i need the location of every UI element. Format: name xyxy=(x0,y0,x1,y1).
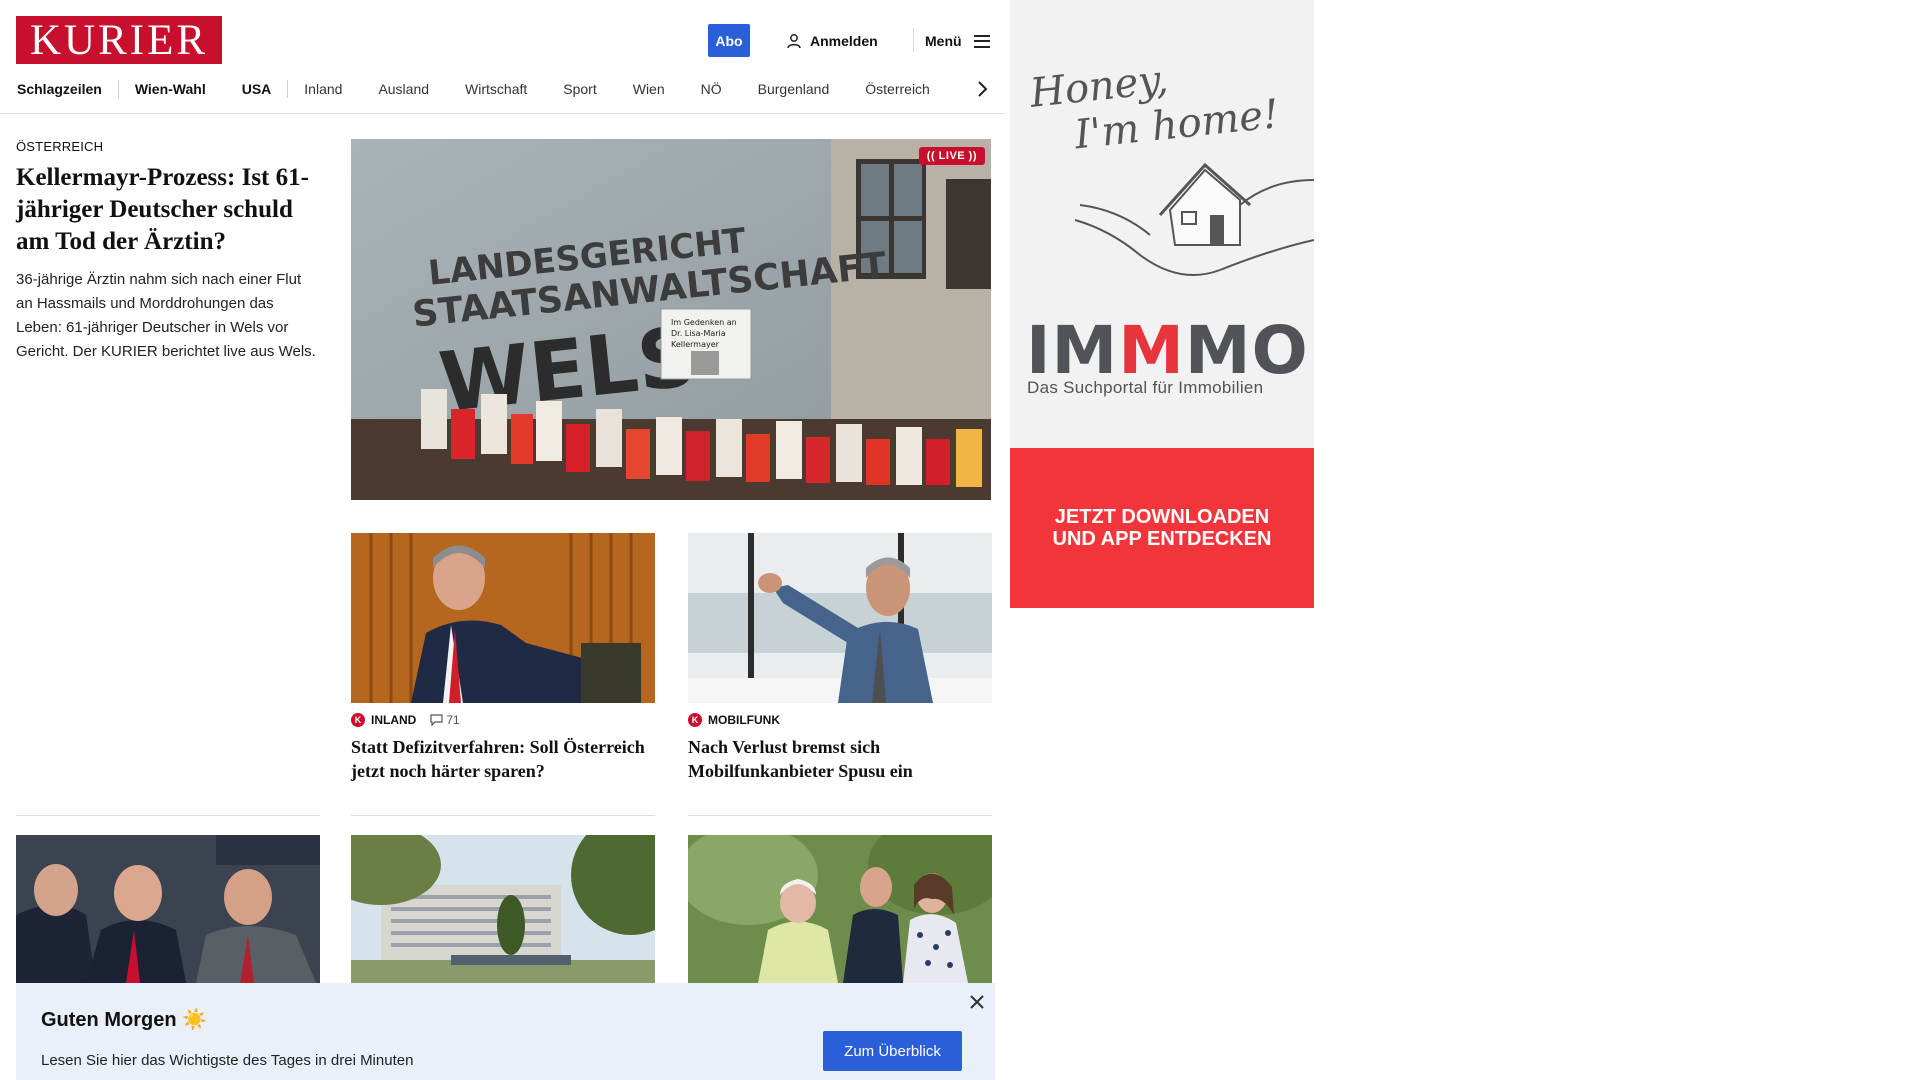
building-photo xyxy=(351,835,655,983)
article-card-mobilfunk[interactable]: K Mobilfunk Nach Verlust bremst sich Mob… xyxy=(688,533,992,783)
article-image[interactable] xyxy=(688,533,992,703)
nav-item-sport[interactable]: Sport xyxy=(563,81,596,97)
article-image[interactable] xyxy=(688,835,992,983)
nav-item-burgenland[interactable]: Burgenland xyxy=(758,81,830,97)
morning-briefing-banner: Guten Morgen ☀️ Lesen Sie hier das Wicht… xyxy=(16,983,995,1080)
nav-item-noe[interactable]: NÖ xyxy=(701,81,722,97)
memorial-text-1: Im Gedenken an xyxy=(671,318,737,327)
nav-item-inland[interactable]: Inland xyxy=(304,81,342,97)
divider xyxy=(16,815,320,816)
lead-teaser: 36-jährige Ärztin nahm sich nach einer F… xyxy=(16,271,316,360)
section-nav: Schlagzeilen Wien-Wahl USA Inland Auslan… xyxy=(17,78,930,100)
nav-item-wien[interactable]: Wien xyxy=(633,81,665,97)
article-meta: K Inland 71 xyxy=(351,713,655,727)
politicians-photo xyxy=(16,835,320,983)
nav-item-wien-wahl[interactable]: Wien-Wahl xyxy=(135,81,206,97)
menu-button[interactable]: Menü xyxy=(925,30,990,52)
ad-tagline: Das Suchportal für Immobilien xyxy=(1027,378,1264,397)
kurier-k-icon: K xyxy=(351,713,365,727)
article-headline[interactable]: Statt Defizitverfahren: Soll Österreich … xyxy=(351,735,655,783)
nav-divider xyxy=(287,80,289,98)
article-image[interactable] xyxy=(16,835,320,983)
house-in-hand-icon xyxy=(1074,162,1314,276)
nav-item-schlagzeilen[interactable]: Schlagzeilen xyxy=(17,81,102,97)
nav-item-wirtschaft[interactable]: Wirtschaft xyxy=(465,81,527,97)
memorial-text-3: Kellermayer xyxy=(671,340,720,349)
comment-count-value: 71 xyxy=(446,713,460,727)
comment-icon xyxy=(430,714,443,726)
banner-subtitle: Lesen Sie hier das Wichtigste des Tages … xyxy=(41,1052,414,1069)
comment-count[interactable]: 71 xyxy=(430,713,460,727)
courthouse-photo: LANDESGERICHT STAATSANWALTSCHAFT WELS Im… xyxy=(351,139,991,500)
menu-label: Menü xyxy=(925,33,962,49)
ad-script-text: Honey, I'm home! xyxy=(1027,56,1282,159)
lead-kicker: Österreich xyxy=(16,139,104,154)
article-category[interactable]: Inland xyxy=(371,713,416,727)
live-badge: (( LIVE )) xyxy=(918,147,985,165)
nav-item-ausland[interactable]: Ausland xyxy=(378,81,429,97)
site-header: KURIER Abo Anmelden Menü Schlagzeilen Wi… xyxy=(0,0,1005,114)
ad-top: Honey, I'm home! IMMMO Das Suchportal fü… xyxy=(1010,0,1314,448)
businessman-photo xyxy=(688,533,992,703)
politician-photo xyxy=(351,533,655,703)
article-headline[interactable]: Nach Verlust bremst sich Mobilfunkanbiet… xyxy=(688,735,992,783)
header-divider xyxy=(913,28,914,52)
overview-button[interactable]: Zum Überblick xyxy=(823,1031,962,1071)
article-card-inland[interactable]: K Inland 71 Statt Defizitverfahren: Soll… xyxy=(351,533,655,783)
article-category[interactable]: Mobilfunk xyxy=(708,713,780,727)
lead-story[interactable]: Österreich Kellermayr-Prozess: Ist 61-jä… xyxy=(16,139,321,364)
login-label: Anmelden xyxy=(810,33,878,49)
article-image[interactable] xyxy=(351,835,655,983)
hamburger-icon xyxy=(973,34,990,48)
divider xyxy=(688,815,992,816)
user-icon xyxy=(787,34,801,49)
article-meta: K Mobilfunk xyxy=(688,713,992,727)
chevron-right-icon[interactable] xyxy=(976,80,988,98)
kurier-logo[interactable]: KURIER xyxy=(16,16,222,64)
nav-item-oesterreich[interactable]: Österreich xyxy=(865,81,930,97)
nav-divider xyxy=(117,80,119,98)
divider xyxy=(351,815,655,816)
kurier-k-icon: K xyxy=(688,713,702,727)
close-icon[interactable] xyxy=(968,993,986,1011)
nav-item-usa[interactable]: USA xyxy=(242,81,272,97)
royals-photo xyxy=(688,835,992,983)
abo-button[interactable]: Abo xyxy=(708,24,750,57)
article-image[interactable] xyxy=(351,533,655,703)
banner-title: Guten Morgen ☀️ xyxy=(41,1009,208,1031)
immmo-ad[interactable]: Honey, I'm home! IMMMO Das Suchportal fü… xyxy=(1010,0,1314,608)
memorial-text-2: Dr. Lisa-Maria xyxy=(671,329,726,338)
login-button[interactable]: Anmelden xyxy=(786,30,878,52)
ad-cta-button[interactable]: JETZT DOWNLOADEN UND APP ENTDECKEN xyxy=(1010,448,1314,608)
lead-headline[interactable]: Kellermayr-Prozess: Ist 61-jähriger Deut… xyxy=(16,162,321,258)
lead-image[interactable]: LANDESGERICHT STAATSANWALTSCHAFT WELS Im… xyxy=(351,139,991,500)
